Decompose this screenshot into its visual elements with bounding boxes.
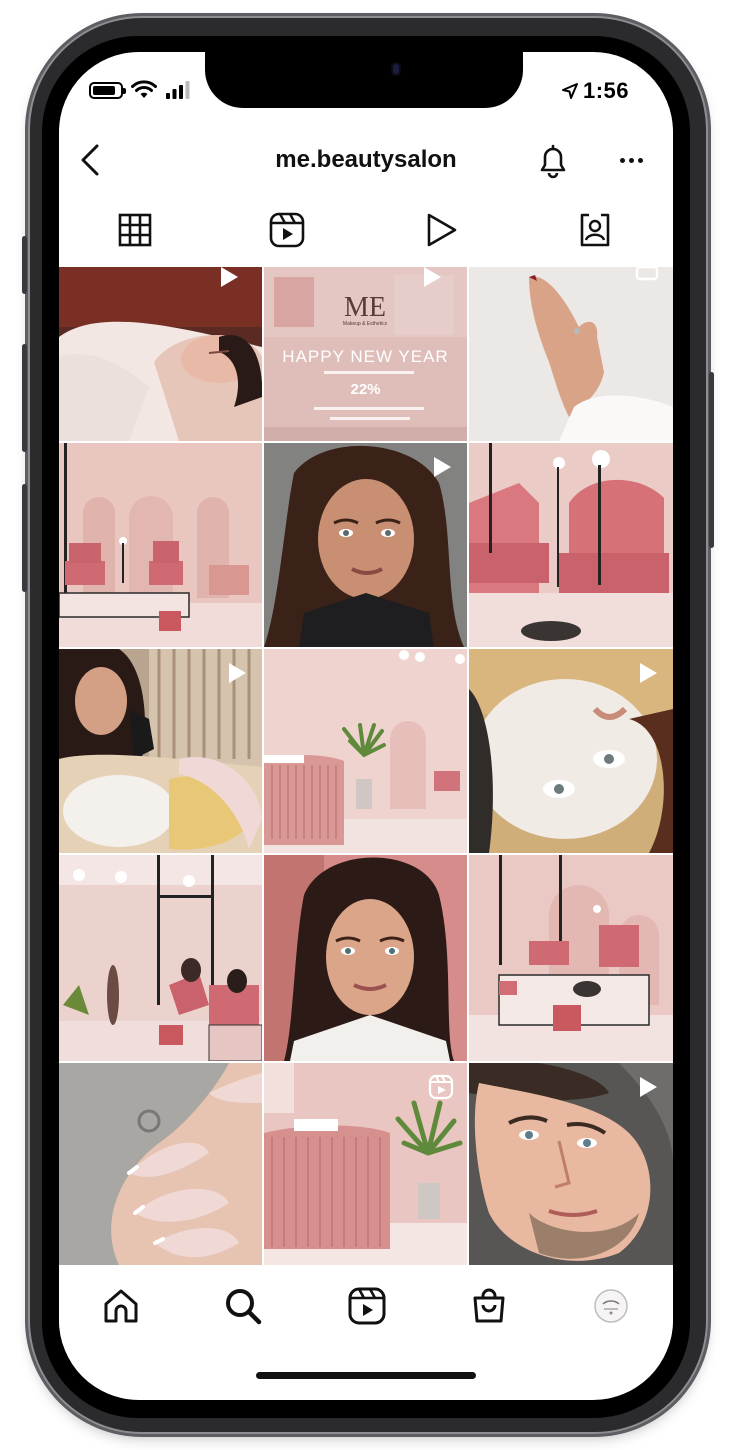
post-thumbnail[interactable] [469,267,673,441]
reels-icon [428,1074,454,1100]
post-thumbnail[interactable] [264,443,467,647]
nav-search[interactable] [219,1282,267,1330]
post-thumbnail[interactable] [264,855,467,1061]
profile-tabs [59,196,673,264]
post-image [469,267,673,441]
battery-icon [89,81,126,99]
post-thumbnail[interactable] [264,1063,467,1265]
post-thumbnail[interactable] [59,649,262,853]
post-thumbnail[interactable] [59,1063,262,1265]
profile-header: me.beautysalon [59,128,673,192]
play-icon [427,213,457,247]
nav-shop[interactable] [465,1282,513,1330]
power-button [709,372,714,548]
play-icon [434,457,451,477]
promo-headline: HAPPY NEW YEAR [282,347,449,366]
post-thumbnail[interactable]: ME Makeup & Esthetics HAPPY NEW YEAR 22% [264,267,467,441]
tab-tagged[interactable] [535,196,655,264]
reels-icon [348,1287,386,1325]
promo-text-lines [314,371,424,420]
post-image [469,855,673,1061]
bottom-navigation [59,1266,673,1346]
battery-level [93,85,116,95]
tagged-person-icon [580,213,610,247]
notch [205,52,523,108]
post-thumbnail[interactable] [59,443,262,647]
mute-switch [22,236,27,294]
nav-profile[interactable] [587,1282,635,1330]
play-icon [229,663,246,683]
search-icon [226,1289,262,1325]
post-thumbnail[interactable] [469,855,673,1061]
wifi-icon [131,80,157,98]
post-thumbnail[interactable] [469,443,673,647]
post-image [59,855,262,1061]
status-bar-left [89,80,191,100]
promo-logo: ME Makeup & Esthetics [320,292,410,328]
profile-avatar-icon [594,1289,628,1323]
carousel-icon [635,267,659,281]
status-bar-right: 1:56 [561,78,629,104]
volume-down-button [22,484,27,592]
app-screen: 1:56 me.beautysalon ME Makeup & Esthetic… [59,52,673,1400]
volume-up-button [22,344,27,452]
promo-logo-mark: ME [344,292,386,323]
post-thumbnail[interactable] [59,267,262,441]
tab-videos[interactable] [381,196,501,264]
nav-reels[interactable] [343,1282,391,1330]
post-thumbnail[interactable] [59,855,262,1061]
nav-home[interactable] [97,1282,145,1330]
post-thumbnail[interactable] [469,1063,673,1265]
bell-icon[interactable] [533,140,573,180]
play-icon [221,267,238,287]
status-time: 1:56 [582,78,629,103]
post-image [59,1063,262,1265]
location-arrow-icon [561,83,578,99]
post-image [59,443,262,647]
profile-username: me.beautysalon [275,146,457,173]
front-camera [391,62,401,76]
reels-icon [269,212,305,248]
post-image [469,443,673,647]
cellular-signal-icon [166,81,190,99]
shopping-bag-icon [473,1288,505,1323]
play-icon [424,267,441,287]
post-image [264,855,467,1061]
post-thumbnail[interactable] [264,649,467,853]
more-icon[interactable] [611,140,651,180]
grid-icon [118,213,152,247]
play-icon [640,663,657,683]
post-thumbnail[interactable] [469,649,673,853]
posts-grid: ME Makeup & Esthetics HAPPY NEW YEAR 22% [59,267,673,1265]
home-icon [104,1289,138,1323]
tab-reels[interactable] [227,196,347,264]
post-image [59,267,262,441]
play-icon [640,1077,657,1097]
promo-logo-caption: Makeup & Esthetics [342,321,388,327]
tab-grid[interactable] [75,196,195,264]
home-indicator [256,1372,476,1379]
post-image [264,649,467,853]
